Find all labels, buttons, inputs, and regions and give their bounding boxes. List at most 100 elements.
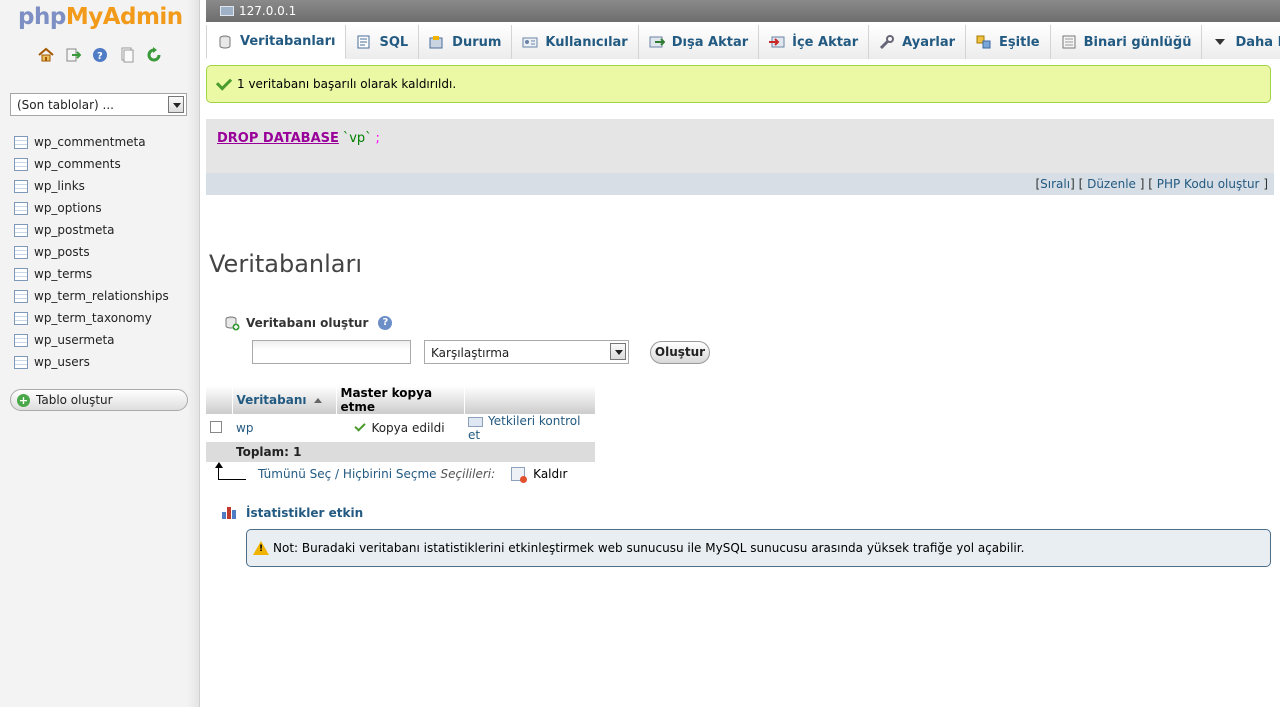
table-item[interactable]: wp_comments (14, 153, 169, 175)
inline-edit-link[interactable]: Sıralı (1040, 177, 1070, 191)
with-selected-label: Seçilileri: (440, 467, 496, 481)
table-item[interactable]: wp_term_taxonomy (14, 307, 169, 329)
drop-icon (511, 467, 528, 483)
drop-button[interactable]: Kaldır (511, 467, 567, 483)
column-header-actions (464, 386, 596, 414)
svg-text:?: ? (97, 51, 103, 62)
import-icon (769, 35, 785, 49)
tab-status[interactable]: Durum (419, 25, 513, 59)
sync-icon (976, 35, 992, 49)
checkmark-icon (354, 420, 367, 432)
tab-sql[interactable]: SQL (346, 25, 420, 59)
table-icon[interactable] (14, 135, 28, 149)
triangle-down-icon (1212, 35, 1228, 49)
quick-links: ? (38, 47, 162, 63)
sql-keyword[interactable]: DROP DATABASE (217, 131, 339, 146)
collation-select[interactable]: Karşılaştırma (424, 340, 629, 364)
tab-binary-log[interactable]: Binari günlüğü (1050, 25, 1203, 59)
create-table-button[interactable]: + Tablo oluştur (10, 389, 188, 411)
help-icon[interactable]: ? (378, 316, 393, 330)
sort-ascending-icon[interactable] (314, 398, 323, 403)
table-icon[interactable] (14, 179, 28, 193)
recent-tables-select[interactable]: (Son tablolar) ... (10, 93, 187, 116)
sql-icon (356, 35, 372, 49)
table-list: wp_commentmeta wp_comments wp_links wp_o… (14, 131, 169, 373)
plus-icon: + (17, 393, 30, 407)
table-icon[interactable] (14, 267, 28, 281)
tab-users[interactable]: Kullanıcılar (512, 25, 639, 59)
table-icon[interactable] (14, 223, 28, 237)
home-icon[interactable] (38, 47, 54, 63)
tab-import[interactable]: İçe Aktar (759, 25, 870, 59)
table-icon[interactable] (14, 311, 28, 325)
table-item[interactable]: wp_links (14, 175, 169, 197)
documentation-icon[interactable] (119, 47, 135, 63)
sql-actions: [Sıralı] [ Düzenle ] [ PHP Kodu oluştur … (206, 173, 1274, 195)
row-checkbox[interactable] (210, 420, 222, 433)
tab-databases[interactable]: Veritabanları (206, 25, 347, 59)
database-add-icon (224, 315, 240, 331)
sql-query-box: DROP DATABASE `vp` ; (206, 119, 1274, 173)
table-item[interactable]: wp_posts (14, 241, 169, 263)
table-item[interactable]: wp_users (14, 351, 169, 373)
phpmyadmin-logo[interactable]: phpMyAdmin (18, 4, 183, 30)
help-icon[interactable]: ? (92, 47, 108, 63)
database-icon (217, 35, 233, 49)
tab-more[interactable]: Daha Fazla (1202, 25, 1280, 59)
main-tabs: Veritabanları SQL Durum Kullanıcılar Dış… (206, 25, 1280, 59)
chevron-down-icon[interactable] (168, 96, 184, 113)
logout-icon[interactable] (65, 47, 82, 63)
table-icon[interactable] (14, 157, 28, 171)
binlog-icon (1061, 35, 1077, 49)
sql-terminator: ; (375, 131, 380, 146)
bulk-actions: Tümünü Seç / Hiçbirini Seçme Seçilileri:… (215, 462, 567, 483)
arrow-up-icon (215, 462, 246, 480)
sql-identifier: `vp` (342, 131, 372, 146)
select-all-link[interactable]: Tümünü Seç (258, 467, 331, 481)
users-icon (522, 35, 538, 49)
checkmark-icon (215, 73, 233, 91)
create-database-button[interactable]: Oluştur (650, 341, 710, 364)
table-row: wp Kopya edildi Yetkileri kontrol et (206, 414, 595, 442)
database-link[interactable]: wp (236, 421, 253, 435)
select-none-link[interactable]: Hiçbirini Seçme (343, 467, 437, 481)
table-icon[interactable] (14, 355, 28, 369)
table-icon[interactable] (14, 333, 28, 347)
tab-synchronize[interactable]: Eşitle (966, 25, 1051, 59)
table-item[interactable]: wp_terms (14, 263, 169, 285)
warning-icon: ! (253, 541, 269, 555)
check-privileges-link[interactable]: Yetkileri kontrol et (468, 414, 580, 442)
edit-link[interactable]: Düzenle (1087, 177, 1136, 191)
server-icon (220, 6, 234, 16)
table-icon[interactable] (14, 201, 28, 215)
page-title: Veritabanları (209, 250, 363, 278)
column-header-database[interactable]: Veritabanı (232, 386, 337, 414)
status-icon (429, 35, 445, 49)
replication-status: Kopya edildi (371, 421, 445, 435)
table-icon[interactable] (14, 289, 28, 303)
select-column-header (206, 386, 233, 414)
server-name[interactable]: 127.0.0.1 (239, 4, 296, 18)
database-name-input[interactable] (252, 340, 411, 364)
total-label: Toplam: 1 (232, 442, 336, 462)
table-icon[interactable] (14, 245, 28, 259)
chevron-down-icon[interactable] (610, 343, 626, 360)
table-item[interactable]: wp_term_relationships (14, 285, 169, 307)
enable-statistics-link[interactable]: İstatistikler etkin (222, 506, 363, 520)
table-item[interactable]: wp_usermeta (14, 329, 169, 351)
success-message: 1 veritabanı başarılı olarak kaldırıldı. (206, 65, 1271, 103)
table-total-row: Toplam: 1 (206, 442, 595, 462)
tab-export[interactable]: Dışa Aktar (638, 25, 760, 59)
table-item[interactable]: wp_commentmeta (14, 131, 169, 153)
server-breadcrumb: 127.0.0.1 (206, 0, 1280, 22)
table-item[interactable]: wp_options (14, 197, 169, 219)
notice-message: ! Not: Buradaki veritabanı istatistikler… (246, 529, 1271, 567)
bar-chart-icon (222, 507, 238, 519)
navigation-panel: phpMyAdmin ? (Son tablolar) ... wp_comme… (0, 0, 200, 707)
reload-icon[interactable] (146, 47, 162, 63)
table-item[interactable]: wp_postmeta (14, 219, 169, 241)
databases-table: Veritabanı Master kopya etme wp Kopya ed… (206, 386, 596, 462)
create-php-code-link[interactable]: PHP Kodu oluştur (1157, 177, 1260, 191)
create-database-heading: Veritabanı oluştur ? (224, 315, 393, 331)
tab-settings[interactable]: Ayarlar (869, 25, 967, 59)
